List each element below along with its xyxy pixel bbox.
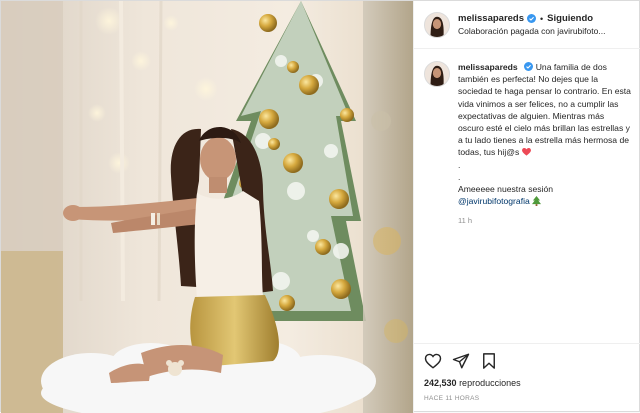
- post-date: HACE 11 HORAS: [424, 395, 480, 402]
- caption-username-link[interactable]: melissapareds: [458, 62, 518, 72]
- caption-avatar[interactable]: [424, 61, 450, 87]
- instagram-post: melissapareds • Siguiendo Colaboración p…: [0, 0, 640, 413]
- caption-dot: .: [458, 159, 461, 170]
- paid-partnership-label[interactable]: Colaboración pagada con javirubifoto...: [458, 25, 631, 37]
- actions-area: 242,530 reproducciones HACE 11 HORAS: [414, 343, 640, 413]
- paper-plane-icon[interactable]: [452, 352, 470, 370]
- verified-badge-icon: [523, 62, 533, 71]
- video-frame-photo: [1, 1, 413, 413]
- caption-text: Una familia de dos también es perfecta! …: [458, 62, 631, 158]
- bookmark-icon[interactable]: [480, 352, 498, 370]
- post-header: melissapareds • Siguiendo Colaboración p…: [414, 1, 640, 49]
- views-number: 242,530: [424, 378, 457, 388]
- caption-closing: Ameeeee nuestra sesión: [458, 184, 554, 195]
- caption-dot: .: [458, 171, 461, 182]
- separator-dot: •: [540, 13, 544, 24]
- following-button[interactable]: Siguiendo: [547, 13, 593, 25]
- heart-icon[interactable]: [424, 352, 442, 370]
- mention-link[interactable]: @javirubifotografia: [458, 196, 530, 206]
- post-sidebar: melissapareds • Siguiendo Colaboración p…: [413, 1, 640, 413]
- action-bar: [424, 344, 631, 378]
- post-video[interactable]: [1, 1, 413, 413]
- comments-section: melissapareds Una familia de dos también …: [414, 49, 640, 343]
- caption-timestamp: 11 h: [458, 216, 473, 226]
- red-heart-emoji-icon: [521, 147, 531, 157]
- avatar[interactable]: [424, 11, 450, 38]
- verified-badge-icon: [527, 14, 537, 23]
- username-link[interactable]: melissapareds: [458, 13, 524, 25]
- caption: melissapareds Una familia de dos también …: [458, 61, 631, 343]
- view-count[interactable]: 242,530 reproducciones: [424, 378, 631, 388]
- christmas-tree-emoji-icon: [531, 196, 541, 207]
- views-label: reproducciones: [459, 378, 521, 388]
